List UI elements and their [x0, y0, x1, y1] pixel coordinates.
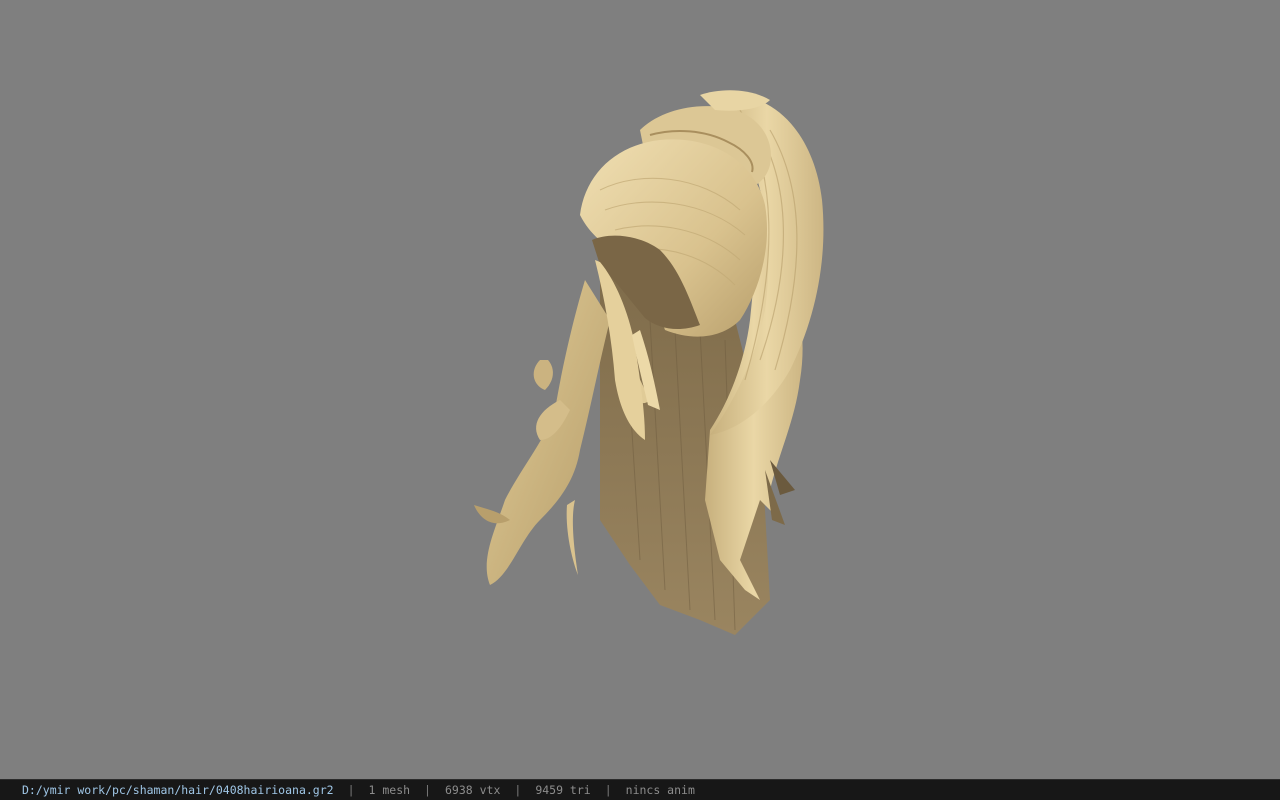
- triangle-count: 9459 tri: [535, 783, 591, 797]
- animation-status: nincs anim: [625, 783, 695, 797]
- mesh-count: 1 mesh: [368, 783, 411, 797]
- separator: |: [347, 783, 355, 797]
- separator: |: [424, 783, 431, 797]
- separator: |: [604, 783, 612, 797]
- 3d-viewport[interactable]: [0, 0, 1280, 779]
- vertex-count: 6938 vtx: [444, 783, 501, 797]
- file-path: D:/ymir work/pc/shaman/hair/0408hairioan…: [22, 783, 334, 797]
- separator: |: [514, 783, 522, 797]
- hair-mesh-icon: [474, 90, 824, 635]
- status-bar: D:/ymir work/pc/shaman/hair/0408hairioan…: [0, 779, 1280, 800]
